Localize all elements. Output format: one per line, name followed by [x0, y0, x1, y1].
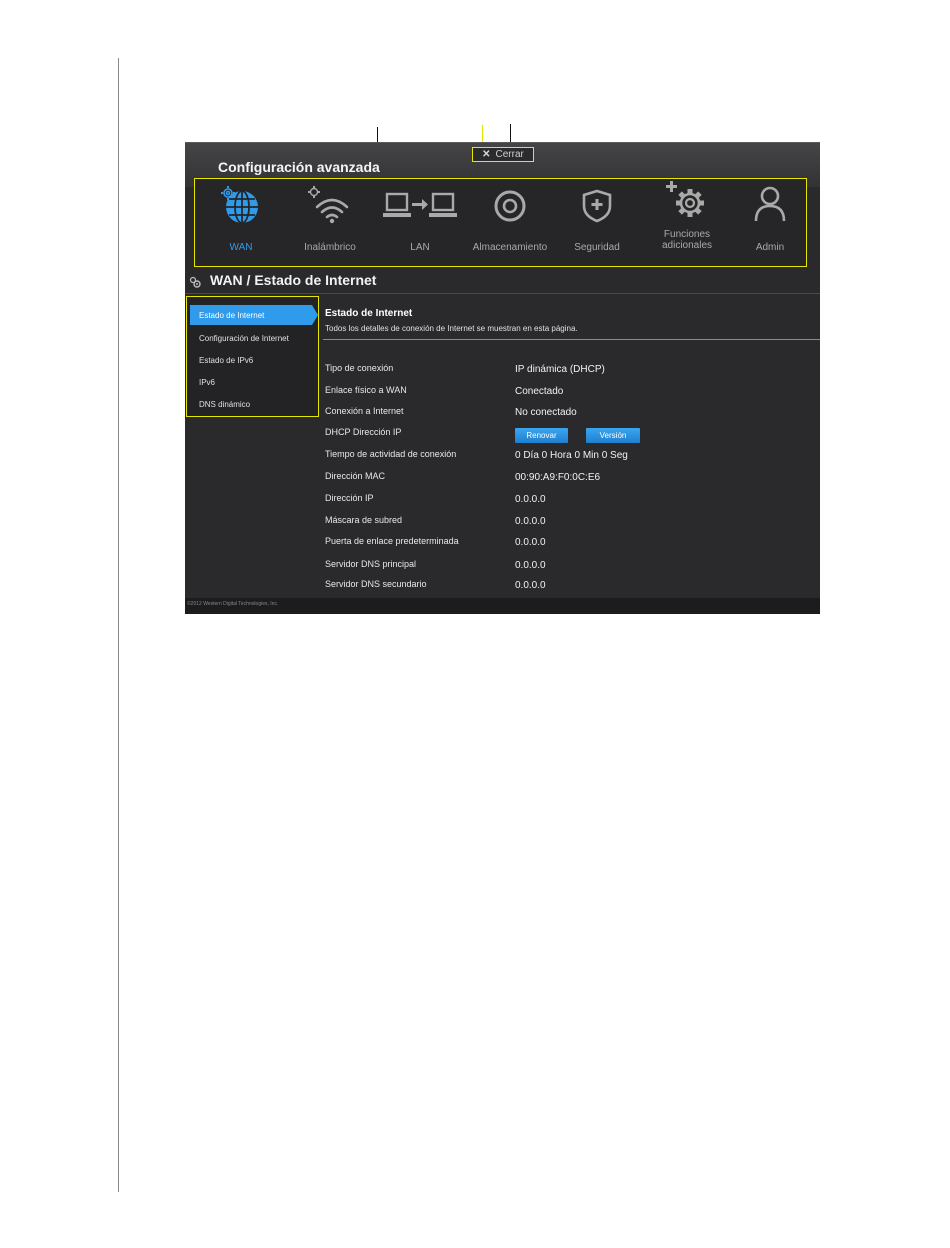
nav-label: LAN — [410, 242, 430, 253]
content-description: Todos los detalles de conexión de Intern… — [325, 324, 578, 333]
router-screen: Configuración avanzada ✕ Cerrar WAN Inal… — [185, 142, 820, 614]
status-row-label: Tiempo de actividad de conexión — [325, 449, 457, 459]
side-item-label: DNS dinámico — [199, 399, 251, 409]
status-row-value: 0.0.0.0 — [515, 580, 546, 591]
side-item-label: Estado de IPv6 — [199, 355, 254, 365]
main-nav: WAN Inalámbrico LAN Almacenamiento Segur… — [194, 178, 807, 267]
nav-label: Funciones adicionales — [661, 229, 713, 251]
addon-gear-icon — [665, 181, 709, 224]
callout-line-close-yellow — [482, 125, 483, 142]
page-margin-rule — [118, 58, 119, 1192]
status-row-label: Dirección IP — [325, 493, 374, 503]
status-row-value: 0.0.0.0 — [515, 537, 546, 548]
close-button[interactable]: ✕ Cerrar — [472, 147, 534, 162]
status-row-label: Puerta de enlace predeterminada — [325, 536, 459, 546]
nav-item-wireless[interactable]: Inalámbrico — [287, 179, 373, 265]
footer: ©2012 Western Digital Technologies, Inc. — [185, 598, 820, 614]
disc-icon — [493, 189, 527, 226]
status-row-value: 0.0.0.0 — [515, 494, 546, 505]
side-menu: Estado de Internet Configuración de Inte… — [186, 296, 319, 417]
side-item-ipv6-status[interactable]: Estado de IPv6 — [190, 350, 312, 370]
nav-label: Seguridad — [574, 242, 620, 253]
content-title: Estado de Internet — [325, 308, 413, 319]
shield-icon — [581, 189, 613, 226]
status-row-label: Servidor DNS secundario — [325, 579, 427, 589]
release-button[interactable]: Versión — [586, 428, 640, 443]
side-item-internet-status[interactable]: Estado de Internet — [190, 305, 318, 325]
side-item-ipv6[interactable]: IPv6 — [190, 372, 312, 392]
status-row-value: 0.0.0.0 — [515, 516, 546, 527]
side-item-internet-config[interactable]: Configuración de Internet — [190, 328, 312, 348]
side-item-label: Configuración de Internet — [199, 333, 289, 343]
close-label: Cerrar — [495, 149, 524, 160]
nav-item-storage[interactable]: Almacenamiento — [465, 179, 555, 265]
globe-icon — [220, 185, 262, 228]
section-header: WAN / Estado de Internet — [185, 267, 820, 294]
lan-icon — [382, 191, 458, 224]
gear-icon — [188, 275, 202, 294]
nav-item-wan[interactable]: WAN — [203, 179, 279, 265]
side-item-label: Estado de Internet — [199, 310, 265, 320]
nav-label: WAN — [229, 242, 253, 253]
status-row-label: Conexión a Internet — [325, 406, 404, 416]
status-row-value: 0 Día 0 Hora 0 Min 0 Seg — [515, 450, 628, 461]
renew-button[interactable]: Renovar — [515, 428, 568, 443]
status-row-value: 0.0.0.0 — [515, 560, 546, 571]
nav-item-additional-features[interactable]: Funciones adicionales — [643, 179, 731, 265]
user-icon — [753, 185, 787, 226]
copyright-text: ©2012 Western Digital Technologies, Inc. — [187, 601, 279, 607]
nav-item-admin[interactable]: Admin — [735, 179, 805, 265]
side-item-dynamic-dns[interactable]: DNS dinámico — [190, 394, 312, 414]
side-item-label: IPv6 — [199, 377, 216, 387]
status-row-label: Máscara de subred — [325, 515, 403, 525]
status-row-label: Servidor DNS principal — [325, 559, 417, 569]
status-row-value: Conectado — [515, 386, 564, 397]
status-row-value: 00:90:A9:F0:0C:E6 — [515, 472, 601, 483]
nav-label: Inalámbrico — [304, 242, 356, 253]
page-title: WAN / Estado de Internet — [210, 272, 377, 288]
callout-line-close — [510, 124, 511, 142]
status-row-label: Enlace físico a WAN — [325, 385, 407, 395]
nav-item-lan[interactable]: LAN — [375, 179, 465, 265]
status-row-label: DHCP Dirección IP — [325, 427, 402, 437]
status-row-label: Tipo de conexión — [325, 363, 394, 373]
app-title: Configuración avanzada — [218, 159, 380, 175]
status-row-label: Dirección MAC — [325, 471, 386, 481]
nav-item-security[interactable]: Seguridad — [557, 179, 637, 265]
close-icon: ✕ — [482, 149, 491, 160]
nav-label: Admin — [755, 242, 785, 253]
content-divider — [323, 339, 820, 340]
wifi-icon — [305, 185, 355, 228]
status-row-value: IP dinámica (DHCP) — [515, 364, 605, 375]
status-row-value: No conectado — [515, 407, 577, 418]
nav-label: Almacenamiento — [472, 242, 548, 253]
